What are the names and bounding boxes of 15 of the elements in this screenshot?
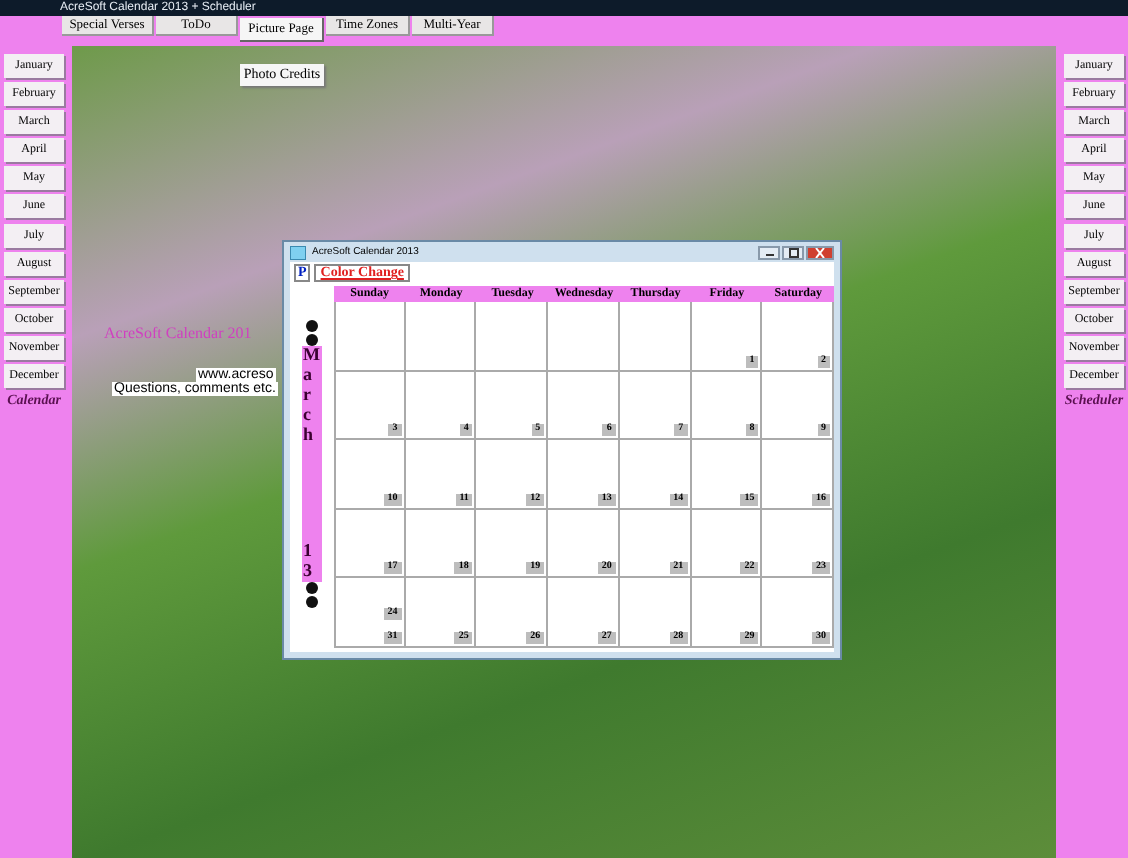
- day-cell[interactable]: [476, 302, 549, 372]
- dots-icon: [306, 582, 318, 608]
- close-icon: [814, 247, 826, 257]
- day-cell[interactable]: [619, 302, 692, 372]
- maximize-button[interactable]: [782, 245, 804, 259]
- day-cell[interactable]: [405, 302, 477, 372]
- maximize-icon: [787, 247, 799, 257]
- day-cell[interactable]: [548, 302, 620, 372]
- minimize-button[interactable]: [758, 245, 780, 259]
- dots-icon: [306, 320, 318, 346]
- close-button[interactable]: [806, 245, 834, 259]
- month-label: March: [303, 346, 321, 445]
- app-title-text: AcreSoft Calendar 201: [104, 324, 252, 342]
- day-cell[interactable]: [334, 302, 406, 372]
- year-label: 13: [303, 542, 321, 582]
